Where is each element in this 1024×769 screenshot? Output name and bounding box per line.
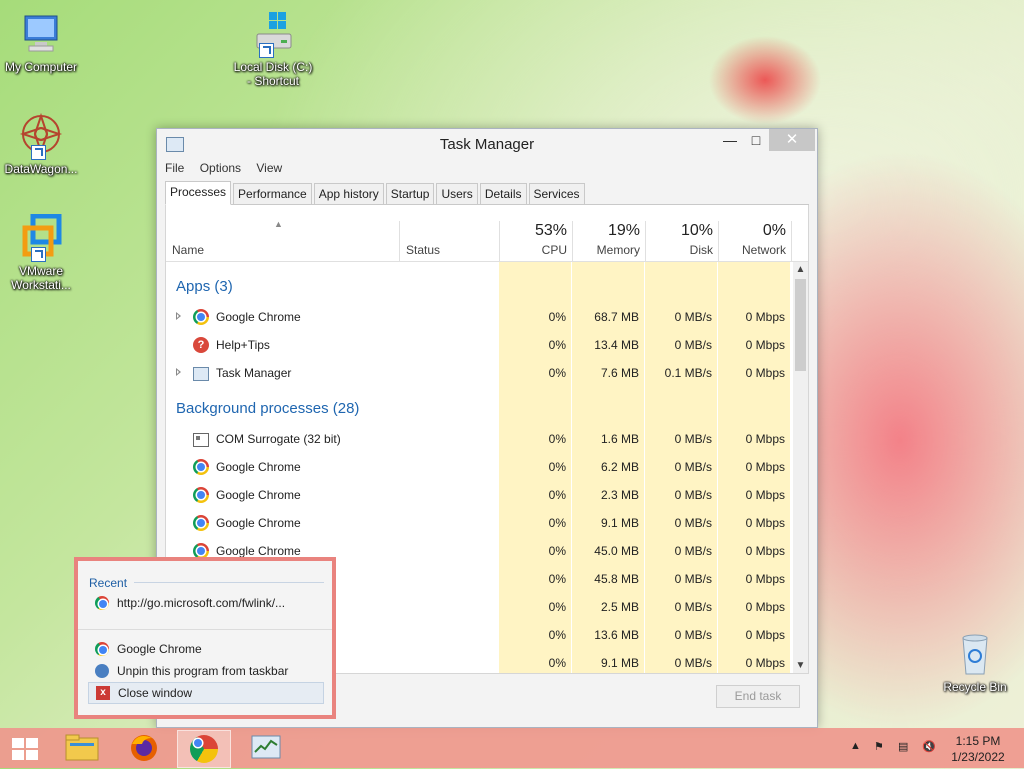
end-task-button[interactable]: End task (716, 685, 800, 708)
column-status[interactable]: Status (406, 243, 440, 257)
desktop-icon-label: VMware Workstati... (11, 264, 71, 292)
help-icon: ? (193, 337, 209, 353)
cpu-percent: 53% (534, 222, 567, 239)
minimize-button[interactable]: — (717, 129, 743, 151)
network-icon[interactable]: ▤ (898, 740, 908, 753)
desktop-icon-label: My Computer (4, 60, 78, 74)
chrome-icon (95, 596, 109, 610)
firefox-icon[interactable] (118, 730, 170, 766)
group-apps[interactable]: Apps (3) (176, 278, 233, 295)
memory-percent: 19% (607, 222, 640, 239)
recycle-bin-icon (951, 630, 999, 678)
scroll-down-arrow-icon[interactable]: ▼ (793, 658, 808, 673)
computer-icon (17, 10, 65, 58)
pin-icon (95, 664, 109, 678)
tab-startup[interactable]: Startup (385, 183, 435, 205)
file-explorer-icon[interactable] (56, 730, 108, 766)
shortcut-arrow-icon (259, 43, 274, 58)
network-percent: 0% (762, 222, 786, 239)
sort-arrow-icon: ▲ (274, 219, 283, 229)
menu-file[interactable]: File (165, 161, 184, 175)
chrome-icon (193, 487, 209, 503)
menu-view[interactable]: View (256, 161, 282, 175)
expand-icon[interactable] (176, 312, 181, 320)
table-row[interactable]: Google Chrome 0% 68.7 MB 0 MB/s 0 Mbps (166, 303, 792, 331)
column-header: ▲ Name Status 53% CPU 19% Memory 10% Dis… (166, 205, 808, 262)
jump-list-close-window[interactable]: x Close window (88, 682, 324, 704)
tab-users[interactable]: Users (436, 183, 478, 205)
taskbar: ▲ ⚑ ▤ 🔇 1:15 PM 1/23/2022 (0, 728, 1024, 768)
local-disk-icon (249, 10, 297, 58)
tab-details[interactable]: Details (479, 183, 527, 205)
close-button[interactable]: ✕ (769, 129, 815, 151)
column-cpu[interactable]: CPU (499, 243, 567, 257)
column-memory[interactable]: Memory (572, 243, 640, 257)
chrome-icon (95, 642, 109, 656)
column-disk[interactable]: Disk (645, 243, 713, 257)
menu-bar: File Options View (165, 161, 294, 179)
title-bar[interactable]: Task Manager — □ ✕ (157, 129, 817, 159)
clock-time: 1:15 PM (955, 734, 1001, 748)
tab-app-history[interactable]: App history (313, 183, 384, 205)
menu-options[interactable]: Options (200, 161, 241, 175)
desktop-icon-recycle-bin[interactable]: Recycle Bin (934, 630, 1016, 694)
column-name[interactable]: Name (172, 243, 204, 257)
scroll-up-arrow-icon[interactable]: ▲ (793, 262, 808, 277)
jump-list-recent-item[interactable]: http://go.microsoft.com/fwlink/... (88, 593, 322, 613)
jump-list-panel: Recent http://go.microsoft.com/fwlink/..… (78, 561, 332, 715)
chrome-jump-list: Recent http://go.microsoft.com/fwlink/..… (74, 557, 336, 719)
chrome-icon[interactable] (177, 730, 231, 768)
table-row[interactable]: Google Chrome 0% 9.1 MB 0 MB/s 0 Mbps (166, 509, 792, 537)
vertical-scrollbar[interactable]: ▲ ▼ (793, 262, 808, 673)
task-manager-icon[interactable] (240, 730, 292, 766)
jump-list-unpin[interactable]: Unpin this program from taskbar (88, 661, 322, 681)
table-row[interactable]: Task Manager 0% 7.6 MB 0.1 MB/s 0 Mbps (166, 359, 792, 387)
disk-percent: 10% (680, 222, 713, 239)
table-row[interactable]: Google Chrome 0% 6.2 MB 0 MB/s 0 Mbps (166, 453, 792, 481)
tab-performance[interactable]: Performance (233, 183, 312, 205)
action-center-flag-icon[interactable]: ⚑ (874, 740, 884, 753)
desktop-icon-label: Recycle Bin (943, 680, 1007, 694)
table-row[interactable]: Google Chrome 0% 2.3 MB 0 MB/s 0 Mbps (166, 481, 792, 509)
tab-processes[interactable]: Processes (165, 181, 232, 205)
scroll-thumb[interactable] (795, 279, 806, 371)
desktop-icon-label: DataWagon... (4, 162, 78, 176)
desktop-icon-local-disk[interactable]: Local Disk (C:) - Shortcut (232, 10, 314, 88)
table-row[interactable]: COM Surrogate (32 bit) 0% 1.6 MB 0 MB/s … (166, 425, 792, 453)
chrome-icon (193, 309, 209, 325)
datawagon-icon (17, 112, 65, 160)
tab-bar: Processes Performance App history Startu… (165, 181, 809, 205)
desktop-icon-label: Local Disk (C:) - Shortcut (233, 60, 313, 88)
column-network[interactable]: Network (718, 243, 786, 257)
jump-list-section-recent: Recent (89, 576, 128, 590)
table-row[interactable]: ? Help+Tips 0% 13.4 MB 0 MB/s 0 Mbps (166, 331, 792, 359)
clock[interactable]: 1:15 PM 1/23/2022 (938, 733, 1018, 765)
vmware-icon (17, 213, 65, 262)
volume-muted-icon[interactable]: 🔇 (922, 740, 936, 753)
shortcut-arrow-icon (31, 247, 46, 262)
com-surrogate-icon (193, 433, 209, 447)
close-icon: x (96, 686, 110, 700)
expand-icon[interactable] (176, 368, 181, 376)
tab-services[interactable]: Services (528, 183, 585, 205)
show-hidden-icons[interactable]: ▲ (850, 740, 861, 752)
jump-list-open-chrome[interactable]: Google Chrome (88, 639, 322, 659)
chrome-icon (193, 515, 209, 531)
shortcut-arrow-icon (31, 145, 46, 160)
start-button[interactable] (12, 738, 38, 760)
clock-date: 1/23/2022 (951, 750, 1005, 764)
chrome-icon (193, 459, 209, 475)
desktop-icon-my-computer[interactable]: My Computer (0, 10, 82, 74)
task-manager-icon (193, 367, 209, 381)
group-background-processes[interactable]: Background processes (28) (176, 400, 359, 417)
desktop-icon-vmware[interactable]: VMware Workstati... (0, 213, 82, 292)
maximize-button[interactable]: □ (743, 129, 769, 151)
desktop-icon-datawagon[interactable]: DataWagon... (0, 112, 82, 176)
